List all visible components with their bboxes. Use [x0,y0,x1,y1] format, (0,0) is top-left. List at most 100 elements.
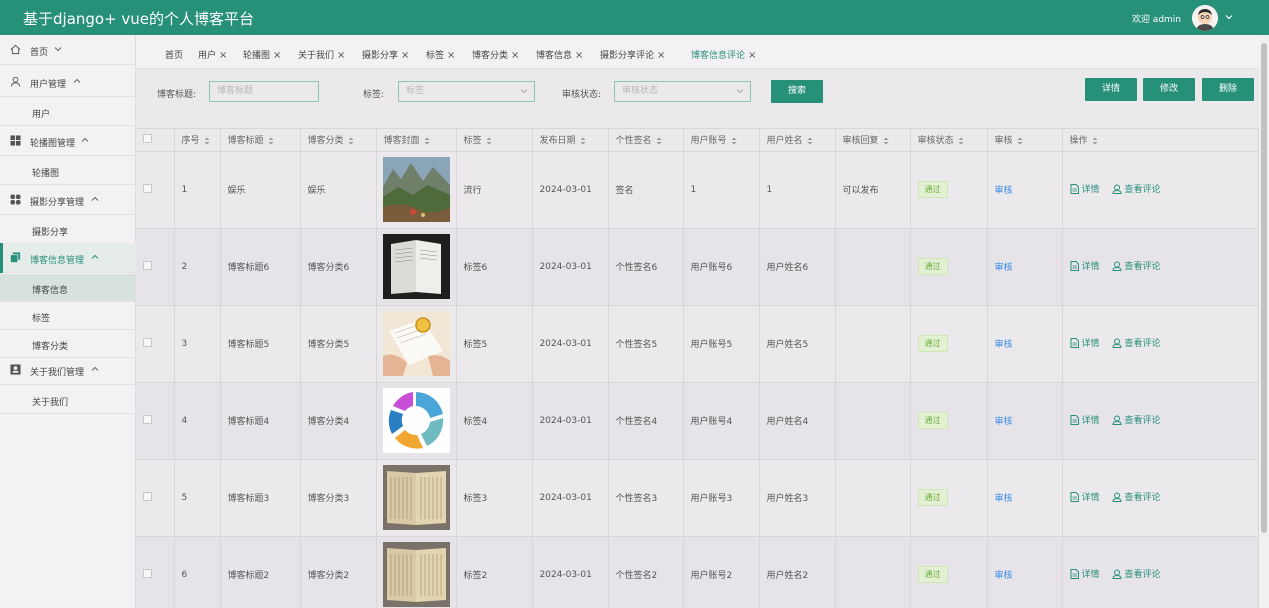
audit-link[interactable]: 审核 [995,263,1013,273]
edit-button[interactable]: 修改 [1143,78,1195,101]
sort-icon[interactable] [807,137,813,145]
sort-icon[interactable] [656,137,662,145]
sidebar-item-home[interactable]: 首页 [0,35,136,65]
tab-user[interactable]: 用户 × [198,48,227,61]
row-comments-link[interactable]: 查看评论 [1112,490,1161,503]
column-header[interactable]: 序号 [174,129,221,152]
sidebar-item-carousel-management[interactable]: 轮播图管理 [0,126,136,156]
row-comments-link[interactable]: 查看评论 [1112,259,1161,272]
sort-icon[interactable] [204,137,210,145]
status-select[interactable]: 审核状态 [614,81,751,102]
column-header[interactable]: 用户姓名 [759,129,836,152]
sidebar-subitem-blog-info[interactable]: 博客信息 [0,274,136,302]
tab-blog-comments[interactable]: 博客信息评论 × [691,48,756,61]
sidebar-subitem-about[interactable]: 关于我们 [0,386,136,414]
tab-home[interactable]: 首页 [165,48,183,61]
sidebar-item-photo-management[interactable]: 摄影分享管理 [0,185,136,215]
sidebar-subitem-photo[interactable]: 摄影分享 [0,216,136,244]
sidebar-subitem-tag[interactable]: 标签 [0,302,136,330]
column-header[interactable]: 个性签名 [608,129,684,152]
sort-icon[interactable] [731,137,737,145]
audit-link[interactable]: 审核 [995,340,1013,350]
tab-tag[interactable]: 标签 × [426,48,455,61]
tab-blog-category[interactable]: 博客分类 × [472,48,519,61]
table-row[interactable]: 5 博客标题3 博客分类3 标签3 2024-03-01 个性签名3 用户账号3 用户姓名3 通… [136,459,1259,537]
audit-link[interactable]: 审核 [995,186,1013,196]
close-icon[interactable]: × [657,50,665,61]
vertical-scrollbar[interactable] [1259,35,1269,608]
sort-icon[interactable] [348,137,354,145]
row-detail-link[interactable]: 详情 [1070,259,1100,272]
close-icon[interactable]: × [511,50,519,61]
sidebar-item-about-management[interactable]: 关于我们管理 [0,355,136,385]
table-row[interactable]: 2 博客标题6 博客分类6 标签6 2024-03-01 个性签名6 用户账号6 用户姓名6 通… [136,228,1259,306]
tab-about[interactable]: 关于我们 × [298,48,345,61]
sort-icon[interactable] [268,137,274,145]
sidebar-item-user-management[interactable]: 用户管理 [0,67,136,97]
tab-carousel[interactable]: 轮播图 × [243,48,281,61]
close-icon[interactable]: × [219,50,227,61]
table-row[interactable]: 3 博客标题5 博客分类5 标签5 2024-03-01 个性签名5 用户账号5 用户姓名5 通… [136,305,1259,383]
row-detail-link[interactable]: 详情 [1070,182,1100,195]
sort-icon[interactable] [1017,137,1023,145]
chevron-down-icon[interactable] [1224,12,1234,22]
audit-link[interactable]: 审核 [995,494,1013,504]
avatar[interactable] [1192,5,1218,31]
column-header[interactable]: 博客标题 [220,129,301,152]
tab-photo-share[interactable]: 摄影分享 × [362,48,409,61]
close-icon[interactable]: × [575,50,583,61]
sort-icon[interactable] [958,137,964,145]
audit-link[interactable]: 审核 [995,571,1013,581]
close-icon[interactable]: × [337,50,345,61]
close-icon[interactable]: × [447,50,455,61]
sidebar-subitem-user[interactable]: 用户 [0,98,136,126]
sidebar-subitem-carousel[interactable]: 轮播图 [0,157,136,185]
column-header[interactable]: 审核回复 [835,129,911,152]
table-row[interactable]: 1 娱乐 娱乐 流行 2024-03-01 签名 1 1 可以发布 通过 审核 详情 查看评论 [136,151,1259,229]
sidebar-item-blog-management[interactable]: 博客信息管理 [0,243,136,273]
close-icon[interactable]: × [273,50,281,61]
sort-icon[interactable] [580,137,586,145]
row-comments-link[interactable]: 查看评论 [1112,336,1161,349]
row-detail-link[interactable]: 详情 [1070,336,1100,349]
column-header[interactable]: 审核 [987,129,1063,152]
row-checkbox[interactable] [143,491,152,501]
column-header[interactable]: 博客封面 [376,129,457,152]
row-checkbox[interactable] [143,568,152,578]
scrollbar-thumb[interactable] [1261,43,1267,533]
row-checkbox[interactable] [143,183,152,193]
row-detail-link[interactable]: 详情 [1070,413,1100,426]
delete-button[interactable]: 删除 [1202,78,1254,101]
table-row[interactable]: 4 博客标题4 博客分类4 标签4 2024-03-01 个性签名4 用户账号4 用户姓名4 通… [136,382,1259,460]
row-detail-link[interactable]: 详情 [1070,567,1100,580]
tab-blog-info[interactable]: 博客信息 × [536,48,583,61]
sort-icon[interactable] [883,137,889,145]
table-row[interactable]: 6 博客标题2 博客分类2 标签2 2024-03-01 个性签名2 用户账号2 用户姓名2 通… [136,536,1259,608]
sort-icon[interactable] [424,137,430,145]
detail-button[interactable]: 详情 [1085,78,1137,101]
tab-photo-comments[interactable]: 摄影分享评论 × [600,48,665,61]
row-detail-link[interactable]: 详情 [1070,490,1100,503]
sort-icon[interactable] [486,137,492,145]
audit-link[interactable]: 审核 [995,417,1013,427]
column-header[interactable]: 用户账号 [683,129,760,152]
tag-select[interactable]: 标签 [398,81,535,102]
row-comments-link[interactable]: 查看评论 [1112,567,1161,580]
row-checkbox[interactable] [143,260,152,270]
row-comments-link[interactable]: 查看评论 [1112,182,1161,195]
blog-title-input[interactable]: 博客标题 [209,81,319,102]
row-checkbox[interactable] [143,337,152,347]
select-all-checkbox[interactable] [143,133,152,143]
row-checkbox[interactable] [143,414,152,424]
sidebar-subitem-blog-category[interactable]: 博客分类 [0,330,136,358]
sort-icon[interactable] [1092,137,1098,145]
column-header[interactable]: 博客分类 [300,129,377,152]
close-icon[interactable]: × [748,50,756,61]
column-header[interactable]: 发布日期 [532,129,609,152]
column-header[interactable]: 操作 [1062,129,1259,152]
column-header[interactable]: 标签 [456,129,533,152]
row-comments-link[interactable]: 查看评论 [1112,413,1161,426]
close-icon[interactable]: × [401,50,409,61]
search-button[interactable]: 搜索 [771,80,823,103]
column-header[interactable]: 审核状态 [910,129,988,152]
